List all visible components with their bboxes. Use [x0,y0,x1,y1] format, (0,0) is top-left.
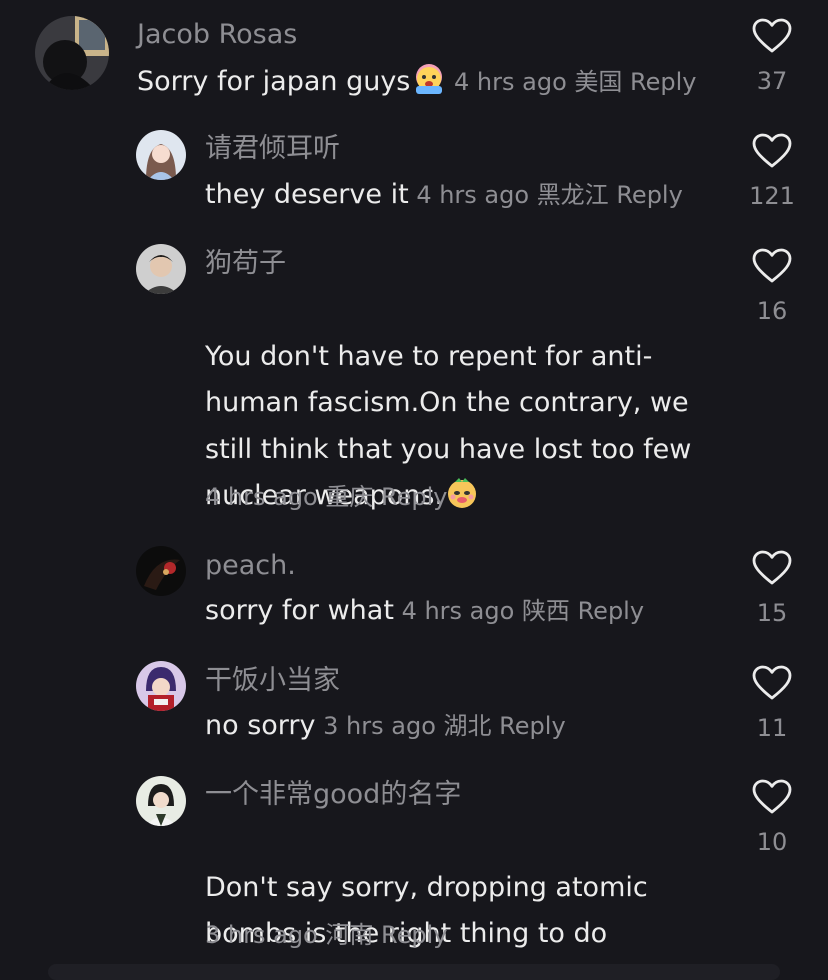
comment-text: Sorry for japan guys [137,66,411,97]
comment-body: sorry for what 4 hrs ago 陕西 Reply [205,594,644,628]
heart-outline-icon[interactable] [752,248,792,284]
crying-face-emoji [412,62,446,96]
like-count: 121 [749,182,795,210]
comment-location: 黑龙江 [536,181,609,209]
comment-location: 湖北 [443,712,492,740]
heart-outline-icon[interactable] [752,133,792,169]
reply-button[interactable]: Reply [499,712,565,740]
avatar[interactable] [136,776,186,826]
comment-location: 美国 [574,68,623,96]
reply-button[interactable]: Reply [381,483,447,511]
avatar[interactable] [136,244,186,294]
comment-body: no sorry 3 hrs ago 湖北 Reply [205,709,566,743]
comment-meta: 4 hrs ago 重庆 Reply [205,480,447,514]
heart-outline-icon[interactable] [752,665,792,701]
comment-username[interactable]: 干饭小当家 [205,664,340,698]
reply-button[interactable]: Reply [381,921,447,949]
avatar[interactable] [136,661,186,711]
avatar[interactable] [136,546,186,596]
like-count: 16 [756,297,788,325]
comment-location: 河南 [325,921,374,949]
comment-time: 4 hrs ago [401,597,515,625]
heart-outline-icon[interactable] [752,18,792,54]
comment-username[interactable]: peach. [205,549,296,583]
comment-username[interactable]: 请君倾耳听 [205,132,340,166]
comment-location: 重庆 [325,483,374,511]
like-count: 10 [756,828,788,856]
reply-button[interactable]: Reply [630,68,696,96]
comment-text: sorry for what [205,595,394,626]
comment-time: 4 hrs ago [205,483,318,511]
comment-body: Sorry for japan guys 4 hrs ago 美国 Reply [137,62,697,99]
avatar[interactable] [136,130,186,180]
like-count: 15 [756,599,788,627]
comment-time: 3 hrs ago [205,921,318,949]
comment-time: 3 hrs ago [323,712,436,740]
like-count: 11 [756,714,788,742]
reply-button[interactable]: Reply [616,181,682,209]
avatar[interactable] [35,16,109,90]
comment-text: they deserve it [205,179,409,210]
comment-username[interactable]: 一个非常good的名字 [205,778,461,812]
comment-body: they deserve it 4 hrs ago 黑龙江 Reply [205,178,683,212]
reply-button[interactable]: Reply [578,597,644,625]
comment-location: 陕西 [521,597,570,625]
comment-meta: 3 hrs ago 河南 Reply [205,918,447,952]
comment-input-bar[interactable] [48,964,780,980]
heart-outline-icon[interactable] [752,550,792,586]
smirk-dog-emoji [445,476,479,510]
heart-outline-icon[interactable] [752,779,792,815]
comment-time: 4 hrs ago [454,68,567,96]
like-count: 37 [756,67,788,95]
comment-username[interactable]: Jacob Rosas [137,18,297,52]
comment-username[interactable]: 狗苟子 [205,247,286,281]
comment-text: no sorry [205,710,316,741]
comment-time: 4 hrs ago [416,181,530,209]
